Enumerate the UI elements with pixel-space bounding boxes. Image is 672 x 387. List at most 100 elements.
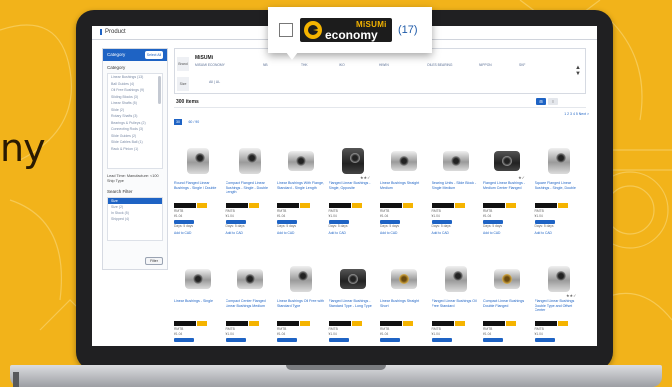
economy-checkbox[interactable] <box>279 23 293 37</box>
product-card[interactable]: Linear Bushings With Flange, Standard - … <box>277 141 325 235</box>
product-image[interactable] <box>487 259 527 299</box>
product-image[interactable] <box>384 259 424 299</box>
details-button[interactable] <box>277 338 297 342</box>
product-name[interactable]: Compact Center Flanged Linear Bushings M… <box>226 299 274 318</box>
product-meta: ¥1.04 <box>534 214 543 218</box>
add-to-cad-link[interactable]: Add to CAD <box>226 231 274 235</box>
product-image[interactable] <box>281 259 321 299</box>
category-sidebar: Category Select All Category Linear Bush… <box>102 48 168 270</box>
details-button[interactable] <box>431 338 452 342</box>
add-to-cad-link[interactable]: Add to CAD <box>380 231 428 235</box>
panel-scroll-arrows[interactable]: ▲ ▼ <box>575 65 581 77</box>
filter-button[interactable]: Filter <box>145 257 163 265</box>
select-all-button[interactable]: Select All <box>145 51 163 59</box>
filter-panel: Brand MiSUMi MISUMI ECONOMY NB THK IKO H… <box>174 48 586 94</box>
product-card[interactable]: Compact Linear Bushings Double Flanged RM… <box>483 259 531 342</box>
product-name[interactable]: Flanged Linear Bushings - Single, Opposi… <box>329 181 377 200</box>
bearing-image <box>444 266 467 292</box>
product-name[interactable]: Compact Flanged Linear Bushings - Single… <box>226 181 274 200</box>
details-button[interactable] <box>483 338 503 342</box>
tab-product[interactable]: Product <box>100 29 126 35</box>
economy-badge <box>174 202 222 209</box>
product-image[interactable] <box>178 259 218 299</box>
product-image[interactable] <box>333 259 373 299</box>
details-button[interactable] <box>380 338 400 342</box>
product-card[interactable]: Linear Bushings Straight Short RMTB ¥1.04 <box>380 259 428 342</box>
economy-badge <box>277 320 325 327</box>
product-name[interactable]: Flanged Linear Bushings - Standard Type … <box>329 299 377 318</box>
product-card[interactable]: ★✓ Flanged Linear Bushings - Medium Cente… <box>483 141 531 235</box>
product-card[interactable]: Linear Bushings Straight Medium RMTB ¥1.04… <box>380 141 428 235</box>
brand-option[interactable]: SKF <box>519 63 525 67</box>
product-image[interactable] <box>230 141 270 181</box>
product-card[interactable]: Flanged Linear Bushings Oil Free Standar… <box>431 259 480 342</box>
brand-option[interactable]: NB <box>263 63 268 67</box>
brand-option[interactable]: THK <box>301 63 308 67</box>
product-image[interactable] <box>539 141 579 181</box>
per-page-active[interactable]: 30 <box>174 119 182 125</box>
product-image[interactable] <box>436 259 476 299</box>
product-image[interactable] <box>436 141 476 181</box>
category-scrollbar[interactable] <box>158 76 161 104</box>
search-filter-item[interactable]: Shipped (4) <box>108 216 162 222</box>
brand-option[interactable]: MISUMI ECONOMY <box>195 63 225 67</box>
pagination[interactable]: 1 2 3 4 5 Next > <box>564 112 589 116</box>
details-button[interactable] <box>174 338 194 342</box>
product-meta: ¥1.04 <box>380 332 389 336</box>
product-card[interactable]: Linear Bushings - Single RMTB ¥1.04 <box>174 259 222 342</box>
brand-option[interactable]: IKO <box>339 63 345 67</box>
add-to-cad-link[interactable]: Add to CAD <box>277 231 325 235</box>
product-card[interactable]: ★★✓ Flanged Linear Bushings - Single, Opp… <box>328 141 377 235</box>
product-name[interactable]: Square Flanged Linear Bushings - Single,… <box>535 181 583 200</box>
product-name[interactable]: Linear Bushings Straight Short <box>380 299 428 318</box>
badge-dark <box>380 203 402 208</box>
product-image[interactable]: ★✓ <box>487 141 527 181</box>
product-card[interactable]: Compact Center Flanged Linear Bushings M… <box>225 259 274 342</box>
product-image[interactable]: ★★✓ <box>539 259 579 299</box>
product-name[interactable]: Linear Bushings - Single <box>174 299 222 318</box>
size-options[interactable]: All | UL <box>209 80 220 84</box>
product-name[interactable]: Compact Linear Bushings Double Flanged <box>483 299 531 318</box>
product-image[interactable] <box>230 259 270 299</box>
product-image[interactable]: ★★✓ <box>333 141 373 181</box>
product-card[interactable]: Bearing Units - Slide Block - Single Med… <box>431 141 480 235</box>
add-to-cad-link[interactable]: Add to CAD <box>329 231 377 235</box>
product-name[interactable]: Flanged Linear Bushings - Medium Center … <box>483 181 531 200</box>
product-image[interactable] <box>281 141 321 181</box>
category-item[interactable]: Rack & Pinion (1) <box>108 146 162 153</box>
product-name[interactable]: Bearing Units - Slide Block - Single Med… <box>432 181 480 200</box>
product-card[interactable]: Compact Flanged Linear Bushings - Single… <box>225 141 274 235</box>
add-to-cad-link[interactable]: Add to CAD <box>432 231 480 235</box>
product-name[interactable]: Flanged Linear Bushings Double Type and … <box>535 299 583 318</box>
bearing-image <box>290 266 312 292</box>
product-name[interactable]: Linear Bushings With Flange, Standard - … <box>277 181 325 200</box>
product-card[interactable]: Square Flanged Linear Bushings - Single,… <box>534 141 583 235</box>
details-button[interactable] <box>328 338 349 342</box>
add-to-cad-link[interactable]: Add to CAD <box>174 231 222 235</box>
product-meta: ¥1.04 <box>225 332 234 336</box>
economy-badge <box>431 202 480 209</box>
product-name[interactable]: Flanged Linear Bushings Oil Free Standar… <box>432 299 480 318</box>
details-button[interactable] <box>225 338 246 342</box>
per-page-other[interactable]: 60 / 90 <box>188 120 199 124</box>
brand-option[interactable]: HIWIN <box>379 63 389 67</box>
brand-logo[interactable]: MiSUMi <box>195 55 213 61</box>
product-name[interactable]: Linear Bushings Straight Medium <box>380 181 428 200</box>
product-rating: ★★✓ <box>565 293 577 298</box>
grid-view-icon[interactable]: ⊞ <box>536 98 546 105</box>
add-to-cad-link[interactable]: Add to CAD <box>483 231 531 235</box>
product-card[interactable]: ★★✓ Flanged Linear Bushings Double Type a… <box>534 259 583 342</box>
details-button[interactable] <box>534 338 555 342</box>
product-card[interactable]: Linear Bushings Oil Free with Standard T… <box>277 259 325 342</box>
product-card[interactable]: Round Flanged Linear Bushings - Single /… <box>174 141 222 235</box>
product-image[interactable] <box>384 141 424 181</box>
bearing-image <box>339 269 366 289</box>
brand-option[interactable]: OILES BEARING <box>427 63 452 67</box>
product-name[interactable]: Linear Bushings Oil Free with Standard T… <box>277 299 325 318</box>
product-name[interactable]: Round Flanged Linear Bushings - Single /… <box>174 181 222 200</box>
product-card[interactable]: Flanged Linear Bushings - Standard Type … <box>328 259 377 342</box>
product-image[interactable] <box>178 141 218 181</box>
brand-option[interactable]: NIPPON <box>479 63 492 67</box>
add-to-cad-link[interactable]: Add to CAD <box>535 231 583 235</box>
list-view-icon[interactable]: ≡ <box>548 98 558 105</box>
